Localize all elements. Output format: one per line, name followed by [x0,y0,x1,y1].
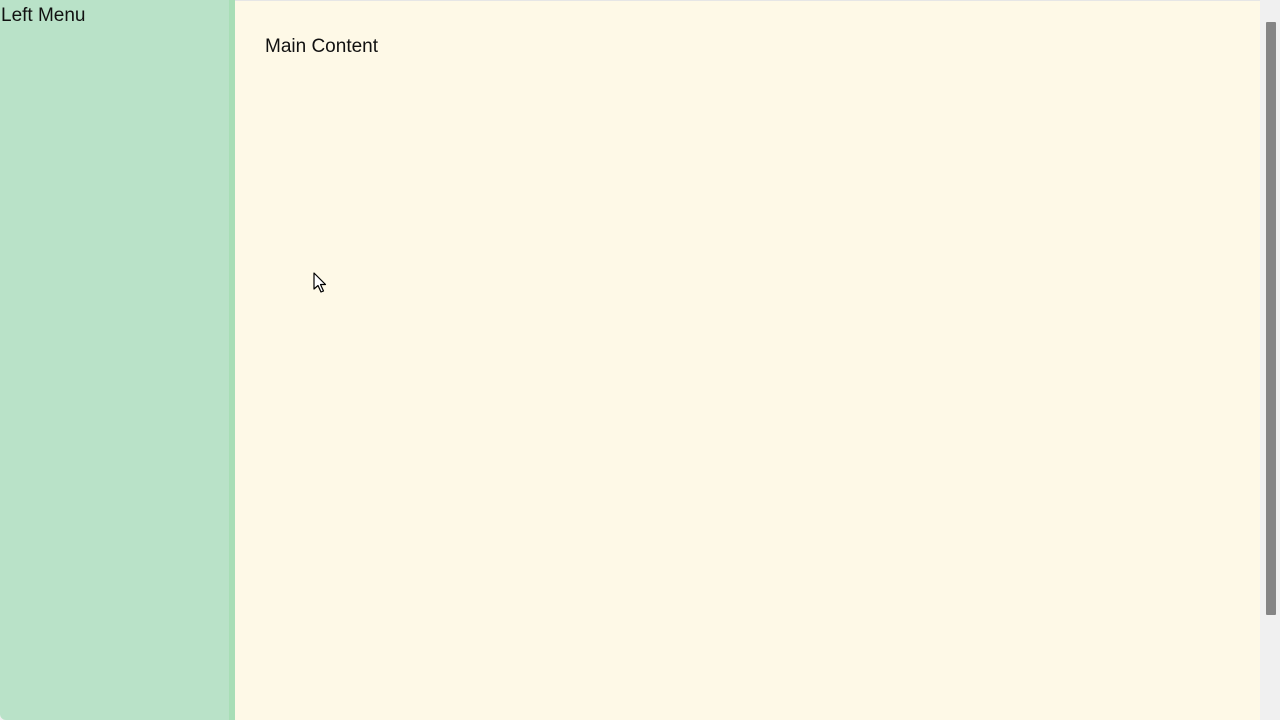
vertical-scrollbar[interactable] [1260,0,1280,720]
left-menu-title: Left Menu [1,5,86,26]
scrollbar-thumb[interactable] [1266,22,1276,615]
app-window: Left Menu Main Content [0,0,1280,720]
main-content-title: Main Content [265,36,379,57]
left-menu-panel: Left Menu [0,0,229,720]
main-content-panel: Main Content [235,0,1260,720]
